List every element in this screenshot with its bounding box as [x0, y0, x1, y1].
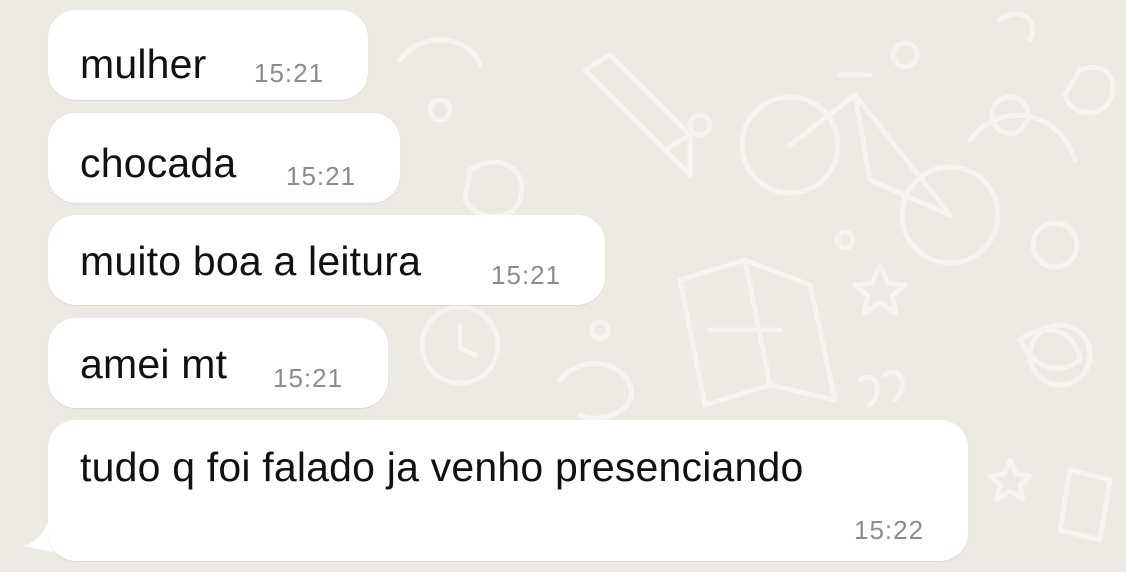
message-bubble[interactable]: muito boa a leitura 15:21	[48, 215, 605, 305]
message-bubble[interactable]: amei mt 15:21	[48, 318, 388, 408]
message-timestamp: 15:21	[273, 363, 344, 393]
message-text: tudo q foi falado ja venho presenciando	[80, 444, 804, 490]
star-doodle-icon	[987, 457, 1033, 502]
pencil-doodle-icon	[582, 52, 693, 178]
bicycle-doodle-icon	[739, 72, 1001, 266]
message-timestamp: 15:22	[854, 515, 925, 545]
message-text: muito boa a leitura	[80, 238, 422, 284]
message-timestamp: 15:21	[254, 58, 325, 88]
message-timestamp: 15:21	[491, 260, 562, 290]
map-doodle-icon	[677, 257, 838, 408]
message-text: amei mt	[80, 341, 228, 387]
message-timestamp: 15:21	[286, 161, 357, 191]
message-text: chocada	[80, 140, 237, 186]
message-bubble[interactable]: tudo q foi falado ja venho presenciando …	[48, 420, 968, 561]
clock-doodle-icon	[419, 304, 501, 386]
message-bubble[interactable]: chocada 15:21	[48, 113, 400, 203]
star-doodle-icon	[852, 262, 908, 316]
message-text: mulher	[80, 41, 207, 87]
message-bubble[interactable]: mulher 15:21	[48, 10, 368, 100]
